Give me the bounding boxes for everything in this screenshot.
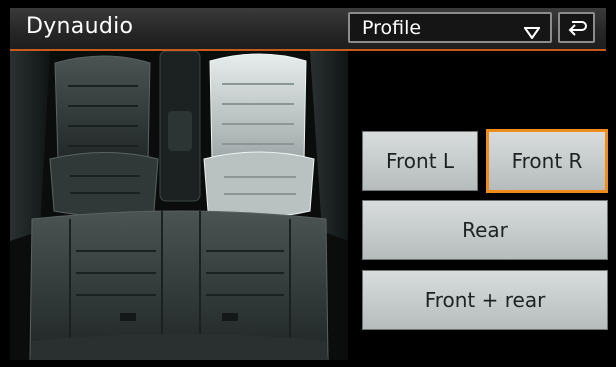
seat-rear-bench	[29, 210, 329, 360]
infotainment-screen: Dynaudio Profile Front L Front R Rear Fr…	[0, 0, 616, 367]
back-button[interactable]	[558, 12, 595, 43]
car-seat-diagram	[10, 51, 348, 360]
front-right-button[interactable]: Front R	[486, 129, 608, 193]
profile-dropdown[interactable]: Profile	[348, 12, 552, 43]
seat-front-right	[203, 53, 315, 218]
center-console	[159, 51, 201, 202]
front-left-button[interactable]: Front L	[362, 131, 478, 191]
rear-button[interactable]: Rear	[362, 200, 608, 260]
seat-front-left	[49, 55, 159, 217]
triangle-down-icon	[523, 22, 541, 44]
front-and-rear-button[interactable]: Front + rear	[362, 270, 608, 330]
profile-dropdown-label: Profile	[362, 17, 422, 39]
page-title: Dynaudio	[26, 14, 134, 39]
